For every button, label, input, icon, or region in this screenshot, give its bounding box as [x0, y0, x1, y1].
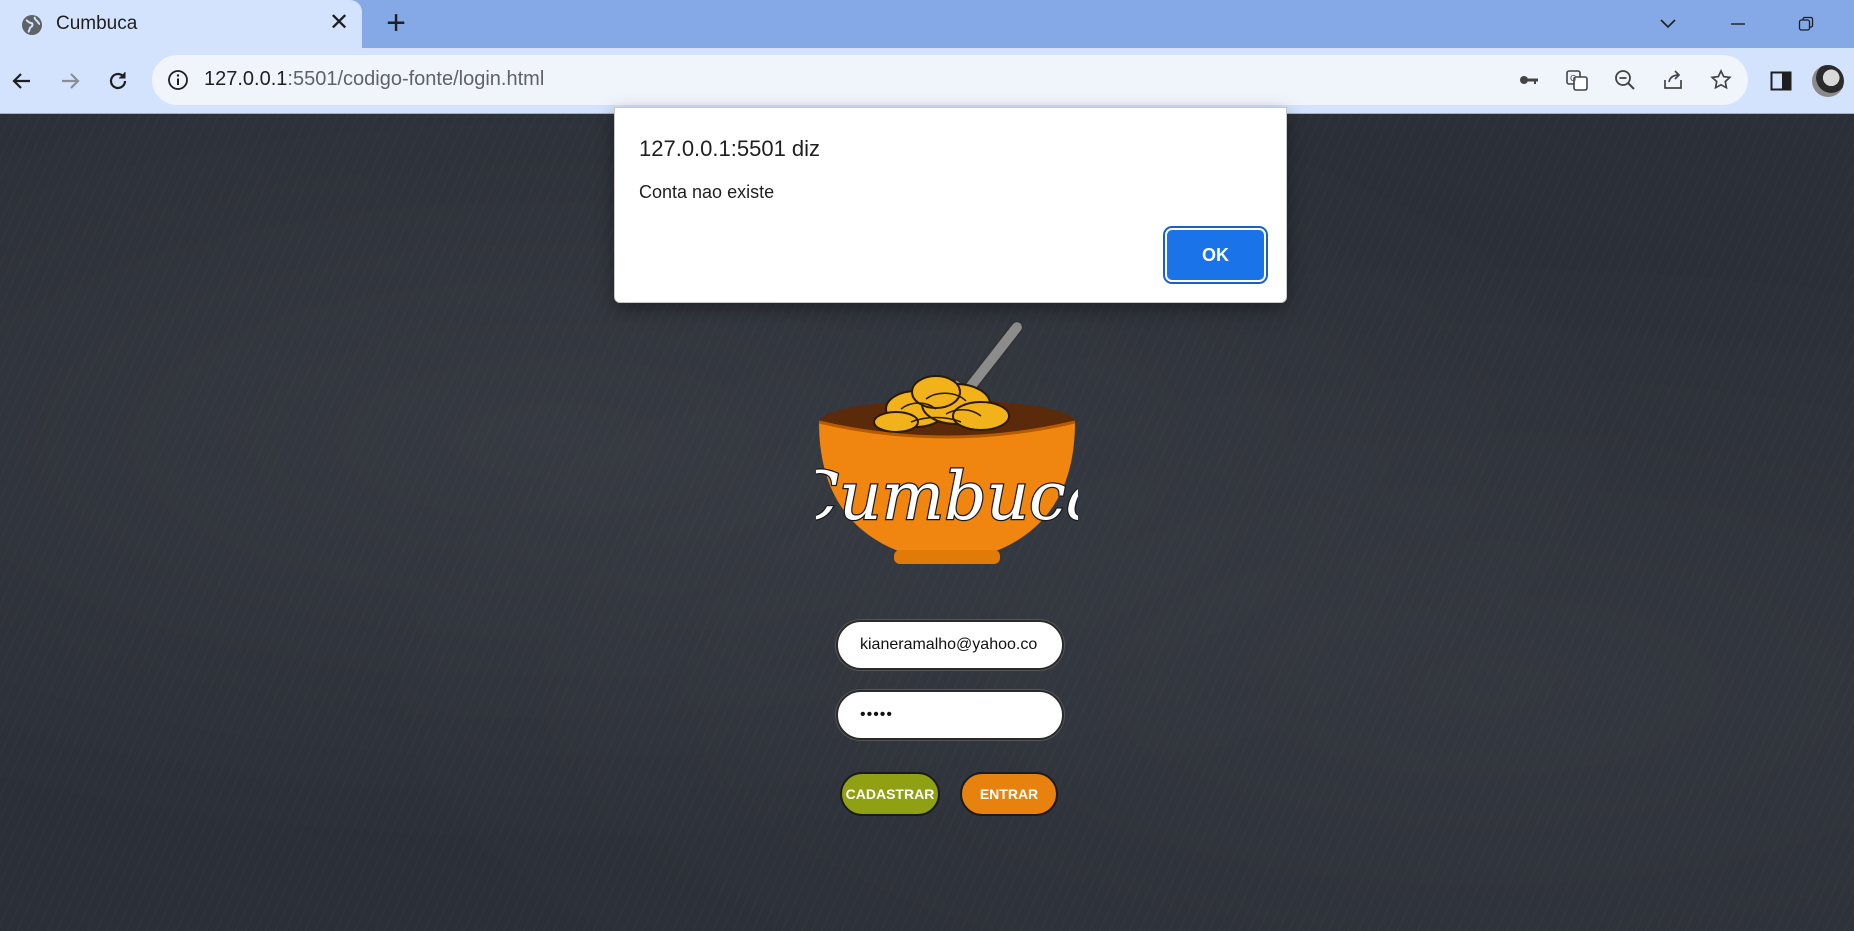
minimize-icon[interactable] — [1718, 8, 1758, 40]
forward-icon[interactable] — [52, 63, 88, 99]
globe-icon — [22, 15, 42, 35]
tab-close-icon[interactable]: ✕ — [326, 10, 352, 36]
url-host: 127.0.0.1 — [204, 68, 288, 90]
url-path: :5501/codigo-fonte/login.html — [287, 68, 545, 90]
email-input[interactable]: kianeramalho@yahoo.co — [836, 620, 1064, 670]
restore-icon[interactable] — [1786, 8, 1826, 40]
tab-cumbuca[interactable]: Cumbuca ✕ — [0, 0, 362, 48]
url-text[interactable]: 127.0.0.1:5501/codigo-fonte/login.html — [204, 68, 544, 91]
password-input[interactable]: ••••• — [836, 690, 1064, 740]
side-panel-icon[interactable] — [1766, 66, 1796, 96]
cumbuca-logo: Cumbuca — [816, 320, 1078, 564]
tab-title: Cumbuca — [56, 13, 138, 34]
new-tab-button[interactable]: + — [380, 6, 412, 40]
entrar-button[interactable]: ENTRAR — [960, 772, 1058, 816]
password-key-icon[interactable] — [1516, 67, 1542, 93]
share-icon[interactable] — [1660, 67, 1686, 93]
svg-text:G: G — [1570, 74, 1576, 83]
logo-text: Cumbuca — [816, 458, 1078, 535]
site-info-icon[interactable] — [166, 68, 190, 92]
dialog-message: Conta nao existe — [639, 182, 775, 202]
alert-dialog: 127.0.0.1:5501 diz Conta nao existe OK — [614, 107, 1287, 303]
zoom-out-icon[interactable] — [1612, 67, 1638, 93]
address-bar[interactable]: 127.0.0.1:5501/codigo-fonte/login.html G — [152, 55, 1748, 105]
profile-avatar[interactable] — [1812, 65, 1844, 97]
dialog-title: 127.0.0.1:5501 diz — [639, 136, 821, 161]
browser-toolbar: 127.0.0.1:5501/codigo-fonte/login.html G — [0, 48, 1854, 114]
tab-strip: Cumbuca ✕ + — [0, 0, 1854, 48]
tab-search-icon[interactable] — [1648, 8, 1688, 40]
ok-button[interactable]: OK — [1167, 230, 1264, 280]
back-icon[interactable] — [4, 63, 40, 99]
bookmark-star-icon[interactable] — [1708, 67, 1734, 93]
translate-icon[interactable]: G — [1564, 67, 1590, 93]
reload-icon[interactable] — [100, 63, 136, 99]
cadastrar-button[interactable]: CADASTRAR — [840, 772, 940, 816]
